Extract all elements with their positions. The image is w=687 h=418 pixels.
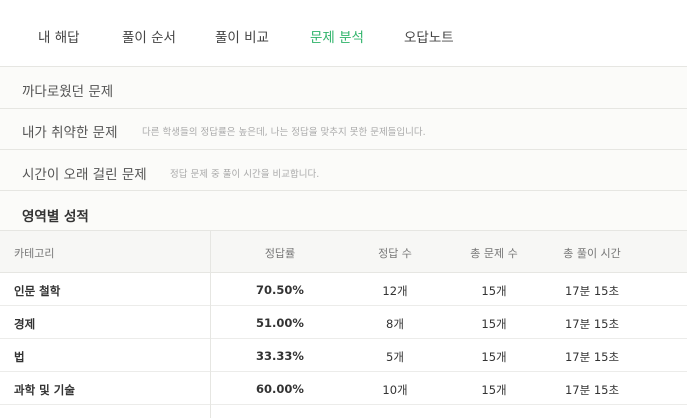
section-title: 시간이 오래 걸린 문제 <box>22 167 147 183</box>
header-total-time: 총 풀이 시간 <box>563 247 621 260</box>
cell-total-time: 17분 15초 <box>564 284 620 298</box>
cell-total-time: 17분 15초 <box>564 350 620 364</box>
cell-total-count: 15개 <box>481 350 507 364</box>
tab-problem-analysis[interactable]: 문제 분석 <box>310 26 364 46</box>
cell-total-count: 15개 <box>481 383 507 397</box>
header-category: 카테고리 <box>14 247 55 260</box>
cell-accuracy: 60.00% <box>256 382 304 396</box>
scores-title: 영역별 성적 <box>22 209 89 225</box>
cell-category: 경제 <box>14 317 36 331</box>
cell-total-count: 15개 <box>481 317 507 331</box>
cell-correct-count: 12개 <box>382 284 408 298</box>
tab-my-answers[interactable]: 내 해답 <box>38 26 80 46</box>
cell-total-time: 17분 15초 <box>564 383 620 397</box>
table-row: 인문 철학 70.50% 12개 15개 17분 15초 <box>0 273 687 306</box>
cell-accuracy: 70.50% <box>256 283 304 297</box>
table-header: 카테고리 정답률 정답 수 총 문제 수 총 풀이 시간 <box>0 231 687 273</box>
section-weak-problems[interactable]: 내가 취약한 문제 다른 학생들의 정답률은 높은데, 나는 정답을 맞추지 못… <box>0 109 687 150</box>
section-title: 까다로웠던 문제 <box>22 84 114 100</box>
cell-correct-count: 8개 <box>386 317 404 331</box>
table-row: 법 33.33% 5개 15개 17분 15초 <box>0 339 687 372</box>
table-row: 과학 및 기술 60.00% 10개 15개 17분 15초 <box>0 372 687 405</box>
section-difficult-problems[interactable]: 까다로웠던 문제 <box>0 67 687 109</box>
cell-total-count: 15개 <box>481 284 507 298</box>
column-divider <box>210 231 211 418</box>
cell-correct-count: 5개 <box>386 350 404 364</box>
cell-total-time: 17분 15초 <box>564 317 620 331</box>
section-title: 내가 취약한 문제 <box>22 125 118 141</box>
cell-category: 인문 철학 <box>14 284 61 298</box>
header-total-count: 총 문제 수 <box>470 247 518 260</box>
analysis-tab-bar: 내 해답 풀이 순서 풀이 비교 문제 분석 오답노트 <box>0 0 687 67</box>
tab-wrong-answer-note[interactable]: 오답노트 <box>404 26 454 46</box>
cell-correct-count: 10개 <box>382 383 408 397</box>
header-correct-count: 정답 수 <box>378 247 412 260</box>
table-row: 경제 51.00% 8개 15개 17분 15초 <box>0 306 687 339</box>
cell-accuracy: 51.00% <box>256 316 304 330</box>
tab-solve-order[interactable]: 풀이 순서 <box>122 26 176 46</box>
header-accuracy: 정답률 <box>264 247 296 260</box>
scores-table: 카테고리 정답률 정답 수 총 문제 수 총 풀이 시간 인문 철학 70.50… <box>0 230 687 418</box>
section-description: 정답 문제 중 풀이 시간을 비교합니다. <box>170 169 320 180</box>
cell-category: 과학 및 기술 <box>14 383 75 397</box>
cell-accuracy: 33.33% <box>256 349 304 363</box>
tab-solve-compare[interactable]: 풀이 비교 <box>215 26 269 46</box>
section-long-time-problems[interactable]: 시간이 오래 걸린 문제 정답 문제 중 풀이 시간을 비교합니다. <box>0 150 687 191</box>
section-description: 다른 학생들의 정답률은 높은데, 나는 정답을 맞추지 못한 문제들입니다. <box>142 127 426 138</box>
cell-category: 법 <box>14 350 25 364</box>
